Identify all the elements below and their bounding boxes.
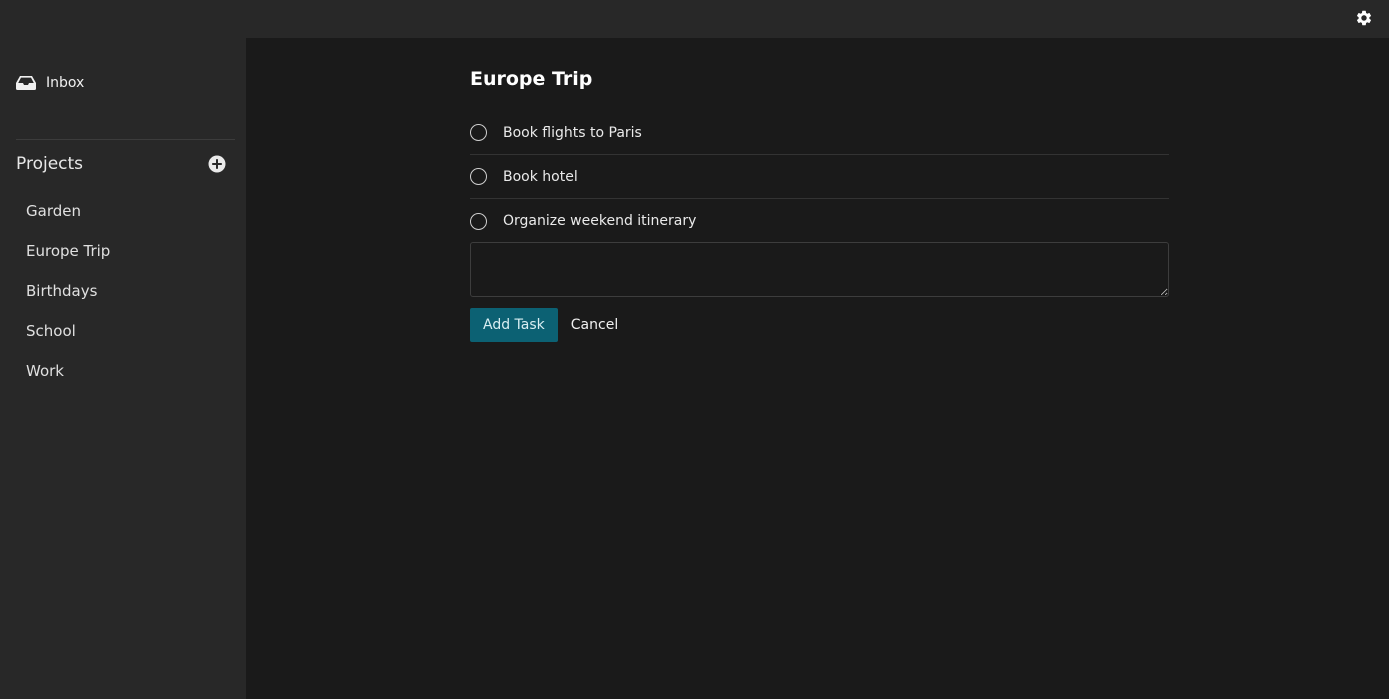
task-checkbox[interactable] xyxy=(470,124,487,141)
cancel-button[interactable]: Cancel xyxy=(571,317,618,333)
page-title: Europe Trip xyxy=(470,68,593,90)
gear-icon[interactable] xyxy=(1355,9,1373,27)
projects-header: Projects xyxy=(16,152,226,176)
sidebar-divider xyxy=(16,139,235,140)
task-label: Book hotel xyxy=(503,168,578,185)
sidebar-item-school[interactable]: School xyxy=(26,318,110,358)
task-checkbox[interactable] xyxy=(470,168,487,185)
task-row: Organize weekend itinerary xyxy=(470,199,1169,243)
sidebar-item-europe-trip[interactable]: Europe Trip xyxy=(26,238,110,278)
projects-title: Projects xyxy=(16,154,84,174)
task-checkbox[interactable] xyxy=(470,212,487,230)
inbox-icon xyxy=(16,76,36,90)
plus-circle-icon[interactable] xyxy=(208,155,226,173)
sidebar-item-inbox[interactable]: Inbox xyxy=(16,72,84,94)
add-task-button[interactable]: Add Task xyxy=(470,308,558,342)
task-list: Book flights to Paris Book hotel Organiz… xyxy=(470,111,1169,243)
task-actions: Add Task Cancel xyxy=(470,308,618,342)
sidebar-item-label: Inbox xyxy=(46,75,85,91)
task-label: Book flights to Paris xyxy=(503,124,642,141)
task-row: Book hotel xyxy=(470,155,1169,199)
sidebar-item-work[interactable]: Work xyxy=(26,358,110,398)
task-label: Organize weekend itinerary xyxy=(503,213,697,229)
sidebar-item-birthdays[interactable]: Birthdays xyxy=(26,278,110,318)
sidebar-item-garden[interactable]: Garden xyxy=(26,198,110,238)
new-task-input[interactable] xyxy=(470,242,1169,297)
task-row: Book flights to Paris xyxy=(470,111,1169,155)
project-list: Garden Europe Trip Birthdays School Work xyxy=(26,198,110,398)
sidebar: Inbox Projects Garden Europe Trip Birthd… xyxy=(0,38,246,699)
top-bar xyxy=(0,0,1389,38)
